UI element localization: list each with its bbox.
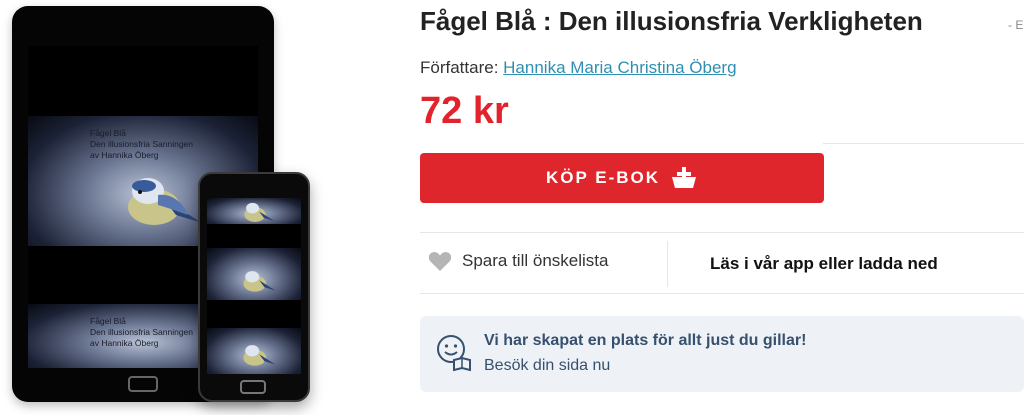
cover-title: Fågel Blå [90,128,126,138]
phone-cover-1 [207,198,301,224]
author-link[interactable]: Hannika Maria Christina Öberg [503,58,736,77]
tablet-home-button [128,376,158,392]
author-line: Författare: Hannika Maria Christina Öber… [420,58,737,78]
cover-author: av Hannika Öberg [90,338,159,348]
promo-banner[interactable]: Vi har skapat en plats för allt just du … [420,316,1024,392]
cover-title: Fågel Blå [90,316,126,326]
bird-illustration [243,271,276,292]
author-label: Författare: [420,58,499,77]
product-title: Fågel Blå : Den illusionsfria Verklighet… [420,6,923,36]
bird-illustration [244,202,275,222]
wishlist-button[interactable]: Spara till önskelista [428,250,608,272]
cover-subtitle: Den illusionsfria Sanningen [90,327,194,337]
product-title-suffix: - E [1008,18,1024,32]
wishlist-label: Spara till önskelista [462,251,609,270]
promo-title: Vi har skapat en plats för allt just du … [484,332,807,349]
bird-illustration [243,345,276,366]
divider [823,143,1024,144]
read-in-app-link[interactable]: Läs i vår app eller ladda ned [710,254,938,274]
basket-icon [672,167,697,188]
cover-text-repeat: Fågel Blå Den illusionsfria Sanningen av… [90,316,193,349]
cover-subtitle: Den illusionsfria Sanningen [90,139,194,149]
phone-mockup [198,172,310,402]
smiley-book-icon [437,335,471,372]
cover-text: Fågel Blå Den illusionsfria Sanningen av… [90,128,193,161]
price: 72 kr [420,90,509,132]
promo-link[interactable]: Besök din sida nu [484,357,610,375]
divider [420,293,1024,294]
divider [667,241,668,287]
phone-cover-3 [207,328,301,374]
bird-illustration [128,178,202,225]
buy-button-label: KÖP E-BOK [545,168,661,187]
buy-ebook-button[interactable]: KÖP E-BOK [420,153,824,203]
cover-author: av Hannika Öberg [90,150,159,160]
divider [420,232,1024,233]
heart-icon [428,251,452,271]
phone-home-button [240,380,266,394]
phone-screen [207,198,301,374]
phone-cover-2 [207,248,301,300]
